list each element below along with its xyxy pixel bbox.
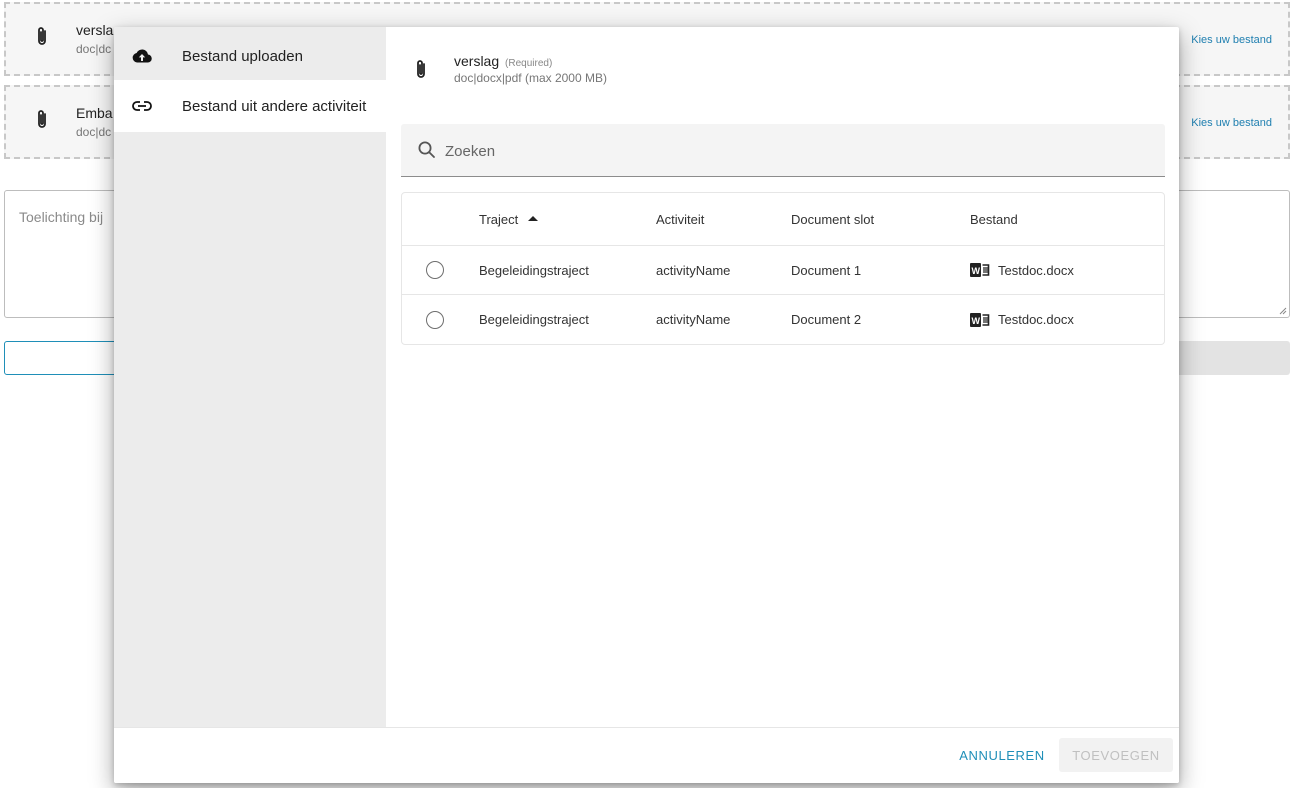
cell-traject: Begeleidingstraject [479,262,589,278]
slot-title: Emba [76,105,113,121]
slot-title: versla [76,22,114,38]
resize-grip-icon[interactable] [1279,307,1287,315]
svg-text:W: W [972,266,981,276]
choose-file-link[interactable]: Kies uw bestand [1191,117,1272,129]
cell-traject: Begeleidingstraject [479,312,589,327]
row-select[interactable] [426,295,444,344]
search-field [401,124,1165,177]
cell-activiteit: activityName [656,262,731,278]
slot-heading-title: verslag [454,53,500,69]
cell-bestand: W Testdoc.docx [970,246,1074,294]
column-header-document-slot[interactable]: Document slot [791,193,874,245]
word-document-icon: W [970,263,990,277]
cell-bestand: W Testdoc.docx [970,295,1074,344]
search-icon [418,141,435,158]
dialog-footer: ANNULEREN TOEVOEGEN [114,727,1179,783]
radio-button[interactable] [426,310,444,329]
documents-table: Traject Activiteit Document slot Bestand… [401,192,1165,345]
sidebar-item-other-activity[interactable]: Bestand uit andere activiteit [114,80,386,132]
dialog-main: verslag (Required) doc|docx|pdf (max 200… [386,27,1179,727]
column-header-traject[interactable]: Traject [479,193,539,245]
slot-heading-formats: doc|docx|pdf (max 2000 MB) [454,71,607,85]
row-select[interactable] [426,246,444,294]
cancel-button[interactable]: ANNULEREN [952,738,1052,772]
column-header-activiteit[interactable]: Activiteit [656,193,704,245]
table-header-row: Traject Activiteit Document slot Bestand [402,193,1164,246]
sidebar-item-label: Bestand uploaden [182,47,303,65]
link-icon [132,96,152,116]
cell-document-slot: Document 1 [791,262,862,278]
paperclip-icon [38,110,46,128]
search-input[interactable] [445,134,1145,168]
dialog-sidebar: Bestand uploaden Bestand uit andere acti… [114,27,386,727]
file-name: Testdoc.docx [998,312,1074,327]
table-row[interactable]: Begeleidingstraject activityName Documen… [402,295,1164,344]
choose-file-link[interactable]: Kies uw bestand [1191,34,1272,46]
cell-activiteit: activityName [656,312,731,327]
column-header-bestand[interactable]: Bestand [970,193,1018,245]
sidebar-item-upload[interactable]: Bestand uploaden [114,30,386,82]
slot-formats: doc|dc [76,42,112,56]
cell-document-slot: Document 2 [791,312,862,327]
required-label: (Required) [505,58,553,69]
word-document-icon: W [970,312,990,327]
sort-ascending-icon [528,216,539,221]
slot-heading: verslag (Required) [454,53,552,69]
comment-placeholder: Toelichting bij [19,209,104,225]
paperclip-icon [38,27,46,45]
radio-button[interactable] [426,261,444,279]
cloud-upload-icon [132,46,152,66]
paperclip-icon [417,60,425,78]
sidebar-item-label: Bestand uit andere activiteit [182,97,367,115]
file-picker-dialog: Bestand uploaden Bestand uit andere acti… [114,27,1179,783]
svg-text:W: W [972,316,981,326]
add-button[interactable]: TOEVOEGEN [1059,738,1173,772]
table-row[interactable]: Begeleidingstraject activityName Documen… [402,246,1164,295]
slot-formats: doc|dc [76,125,112,139]
column-header-label: Traject [479,211,519,227]
file-name: Testdoc.docx [998,262,1074,278]
